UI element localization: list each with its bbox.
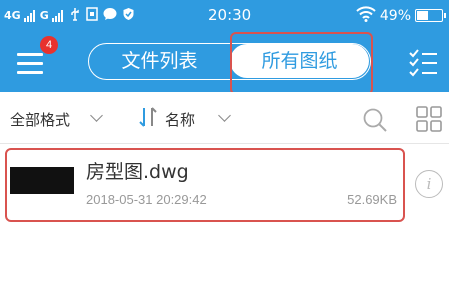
network-type-label-2: G	[39, 9, 49, 22]
file-size: 52.69KB	[347, 192, 397, 207]
file-name: 房型图.dwg	[86, 161, 189, 183]
shield-icon	[122, 7, 135, 25]
sort-dropdown[interactable]: 名称	[165, 109, 195, 130]
status-bar-right: 49%	[356, 6, 446, 25]
status-bar-left: 4G G	[4, 7, 136, 25]
battery-icon	[415, 9, 446, 22]
file-modified-date: 2018-05-31 20:29:42	[86, 192, 207, 207]
tab-file-list[interactable]: 文件列表	[89, 44, 230, 78]
chat-bubble-icon	[103, 7, 117, 25]
format-filter-dropdown[interactable]: 全部格式	[10, 109, 70, 130]
menu-icon-line	[17, 62, 43, 65]
search-icon[interactable]	[362, 107, 388, 133]
signal-icon-2	[51, 10, 63, 22]
battery-percent: 49%	[379, 7, 411, 24]
info-icon[interactable]: i	[415, 170, 443, 198]
wifi-icon	[356, 6, 376, 25]
tab-all-drawings[interactable]: 所有图纸	[230, 44, 369, 78]
battery-fill	[417, 11, 428, 20]
chevron-down-icon[interactable]	[90, 109, 103, 122]
tab-switcher: 文件列表 所有图纸	[88, 43, 371, 80]
signal-icon	[23, 10, 35, 22]
status-bar: 4G G 20:30 49%	[0, 0, 449, 30]
grid-view-icon[interactable]	[416, 106, 442, 132]
sort-icon[interactable]	[138, 106, 158, 128]
checklist-icon[interactable]	[408, 48, 438, 78]
notification-badge: 4	[40, 36, 58, 54]
sim-icon	[85, 7, 98, 25]
network-type-label: 4G	[4, 9, 21, 22]
chevron-down-icon[interactable]	[218, 109, 231, 122]
file-thumbnail	[10, 167, 74, 194]
clock: 20:30	[208, 6, 252, 24]
app-header: 4 文件列表 所有图纸	[0, 30, 449, 92]
usb-icon	[69, 7, 81, 25]
menu-icon-line	[17, 53, 43, 56]
file-list-item[interactable]: 房型图.dwg 2018-05-31 20:29:42 52.69KB i	[0, 144, 449, 222]
filter-bar: 全部格式 名称	[0, 92, 449, 144]
menu-icon-line	[17, 71, 43, 74]
